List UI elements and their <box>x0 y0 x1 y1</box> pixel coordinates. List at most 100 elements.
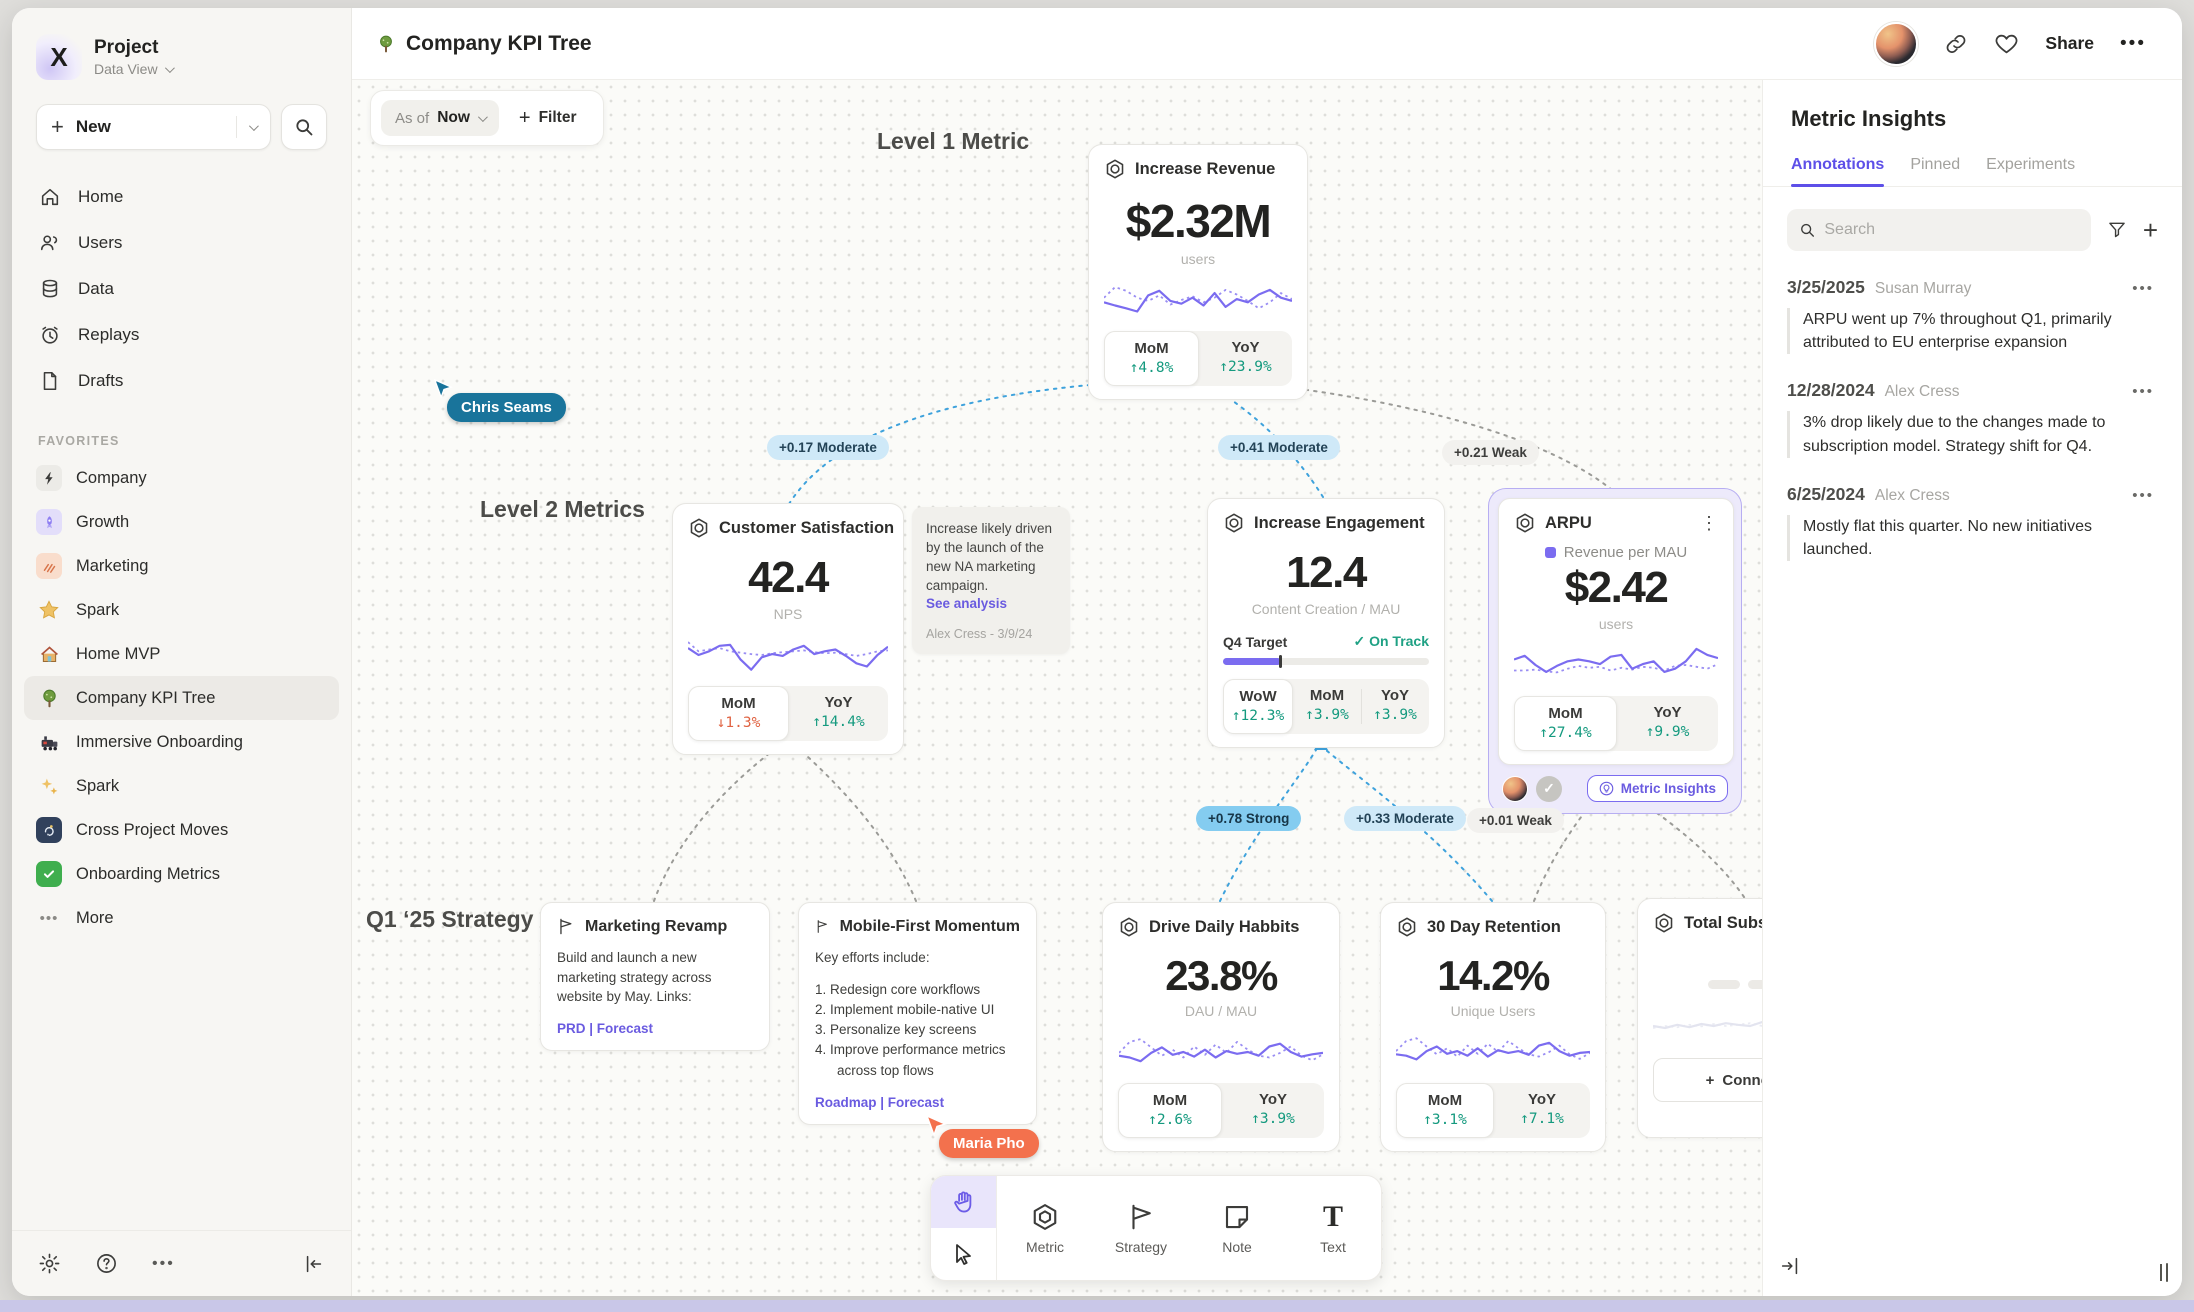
favorite-heart-icon[interactable] <box>1994 31 2019 56</box>
sidebar-item-drafts[interactable]: Drafts <box>26 358 337 404</box>
sidebar-item-growth[interactable]: Growth <box>24 500 339 544</box>
strategy-title: Marketing Revamp <box>585 918 727 936</box>
edge-weight-badge: +0.17 Moderate <box>767 435 889 460</box>
sidebar-item-home[interactable]: Home <box>26 174 337 220</box>
metric-card-drive-daily-habbits[interactable]: Drive Daily Habbits 23.8% DAU / MAU MoM … <box>1102 902 1340 1152</box>
see-analysis-link[interactable]: See analysis <box>926 596 1056 611</box>
hand-tool-button[interactable] <box>931 1176 996 1228</box>
add-annotation-icon[interactable]: + <box>2143 215 2158 246</box>
tab-annotations[interactable]: Annotations <box>1791 156 1884 186</box>
strategy-links[interactable]: PRD | Forecast <box>557 1021 753 1036</box>
annotation-item: 6/25/2024 Alex Cress ••• Mostly flat thi… <box>1763 458 2182 561</box>
metric-title: 30 Day Retention <box>1427 918 1561 937</box>
tab-pinned[interactable]: Pinned <box>1910 156 1960 186</box>
project-view-switcher[interactable]: Data View <box>94 61 172 77</box>
help-icon[interactable] <box>95 1252 118 1275</box>
sparkline <box>1514 642 1718 688</box>
plus-icon: + <box>1706 1072 1715 1089</box>
canvas-note[interactable]: Increase likely driven by the launch of … <box>912 507 1070 654</box>
panel-tabs: Annotations Pinned Experiments <box>1763 132 2182 187</box>
chevron-down-icon[interactable] <box>249 121 259 131</box>
metric-insights-button[interactable]: Metric Insights <box>1587 775 1728 802</box>
sidebar-item-onboarding-metrics[interactable]: Onboarding Metrics <box>24 852 339 896</box>
sidebar-item-home-mvp[interactable]: Home MVP <box>24 632 339 676</box>
metric-card-increase-engagement[interactable]: Increase Engagement 12.4 Content Creatio… <box>1207 498 1445 748</box>
replay-clock-icon <box>38 323 62 347</box>
sidebar-item-company[interactable]: Company <box>24 456 339 500</box>
toggle-panel-icon[interactable] <box>2166 1264 2168 1282</box>
sidebar-item-replays[interactable]: Replays <box>26 312 337 358</box>
sidebar-item-marketing[interactable]: Marketing <box>24 544 339 588</box>
kpi-tree-canvas[interactable]: As of Now + Filter Level 1 Metric Level … <box>352 80 1762 1296</box>
connect-data-button[interactable]: + Connect <box>1653 1058 1762 1102</box>
note-tool-button[interactable]: Note <box>1189 1176 1285 1280</box>
strategy-tool-button[interactable]: Strategy <box>1093 1176 1189 1280</box>
metric-unit: users <box>1104 251 1292 267</box>
settings-gear-icon[interactable] <box>38 1252 61 1275</box>
list-item: 4. Improve performance metrics across to… <box>815 1040 1020 1081</box>
sidebar-item-spark[interactable]: Spark <box>24 588 339 632</box>
expand-panel-icon[interactable] <box>1779 1255 1801 1282</box>
annotations-search[interactable] <box>1787 209 2091 251</box>
annotation-item: 3/25/2025 Susan Murray ••• ARPU went up … <box>1763 251 2182 354</box>
annotation-menu-icon[interactable]: ••• <box>2132 487 2154 504</box>
tool-label: Note <box>1222 1239 1252 1255</box>
sidebar-item-data[interactable]: Data <box>26 266 337 312</box>
user-avatar[interactable] <box>1874 22 1918 66</box>
text-tool-icon: T <box>1323 1202 1343 1232</box>
sidebar-item-more[interactable]: ••• More <box>24 896 339 940</box>
annotation-menu-icon[interactable]: ••• <box>2132 383 2154 400</box>
more-options-icon[interactable]: ••• <box>2120 33 2146 55</box>
edge-weight-badge: +0.41 Moderate <box>1218 435 1340 460</box>
copy-link-icon[interactable] <box>1944 32 1968 56</box>
workspace-logo[interactable]: X <box>36 34 82 80</box>
canvas-toolbar: Metric Strategy Note T Text <box>930 1175 1382 1281</box>
search-button[interactable] <box>281 104 327 150</box>
filter-funnel-icon[interactable] <box>2107 220 2127 240</box>
metric-card-total-subscriptions[interactable]: Total Subscript + Connect <box>1637 898 1762 1138</box>
strategy-card-mobile-first-momentum[interactable]: Mobile-First Momentum Key efforts includ… <box>798 902 1037 1125</box>
tab-experiments[interactable]: Experiments <box>1986 156 2075 186</box>
metric-card-increase-revenue[interactable]: Increase Revenue $2.32M users MoM ↑4.8% … <box>1088 144 1308 400</box>
metric-value: $2.42 <box>1514 563 1718 613</box>
metric-unit: DAU / MAU <box>1118 1003 1324 1019</box>
star-icon <box>36 597 62 623</box>
metric-tool-button[interactable]: Metric <box>997 1176 1093 1280</box>
text-tool-button[interactable]: T Text <box>1285 1176 1381 1280</box>
note-icon <box>1222 1202 1252 1232</box>
as-of-dropdown[interactable]: As of Now <box>381 100 499 136</box>
collapse-sidebar-icon[interactable] <box>303 1253 325 1275</box>
metric-card-arpu-selected[interactable]: ARPU ⋮ Revenue per MAU $2.42 users MoM ↑… <box>1488 488 1742 814</box>
sidebar-item-cross-project-moves[interactable]: Cross Project Moves <box>24 808 339 852</box>
metric-insights-label: Metric Insights <box>1621 781 1716 796</box>
up-arrow: ↑ <box>1232 708 1241 724</box>
sidebar-item-immersive-onboarding[interactable]: Immersive Onboarding <box>24 720 339 764</box>
up-arrow: ↑ <box>1520 1111 1529 1127</box>
annotation-menu-icon[interactable]: ••• <box>2132 280 2154 297</box>
share-button[interactable]: Share <box>2045 33 2094 54</box>
sidebar-item-company-kpi-tree[interactable]: Company KPI Tree <box>24 676 339 720</box>
strategy-body: Build and launch a new marketing strateg… <box>557 948 753 1007</box>
metric-card-30-day-retention[interactable]: 30 Day Retention 14.2% Unique Users MoM … <box>1380 902 1606 1152</box>
file-icon <box>38 369 62 393</box>
add-filter-button[interactable]: + Filter <box>503 107 593 130</box>
search-input[interactable] <box>1824 221 2078 239</box>
strategy-card-marketing-revamp[interactable]: Marketing Revamp Build and launch a new … <box>540 902 770 1051</box>
metric-card-customer-satisfaction[interactable]: Customer Satisfaction 42.4 NPS MoM ↓1.3%… <box>672 503 904 755</box>
target-progress-bar <box>1223 658 1429 665</box>
ellipsis-icon: ••• <box>36 905 62 931</box>
more-options-icon[interactable]: ••• <box>152 1255 175 1273</box>
tool-label: Text <box>1320 1239 1346 1255</box>
metric-hexagon-icon <box>1104 158 1126 180</box>
annotation-author: Alex Cress <box>1875 487 1950 505</box>
sidebar-item-users[interactable]: Users <box>26 220 337 266</box>
strategy-links[interactable]: Roadmap | Forecast <box>815 1095 1020 1110</box>
flag-icon <box>557 917 576 936</box>
sidebar-item-spark-2[interactable]: Spark <box>24 764 339 808</box>
stat-yoy: YoY ↑7.1% <box>1494 1083 1590 1138</box>
new-button[interactable]: + New <box>36 104 271 150</box>
note-byline: Alex Cress - 3/9/24 <box>926 627 1056 641</box>
select-tool-button[interactable] <box>931 1228 996 1280</box>
strategy-intro: Key efforts include: <box>815 948 1020 968</box>
kebab-menu-icon[interactable]: ⋮ <box>1700 514 1718 532</box>
